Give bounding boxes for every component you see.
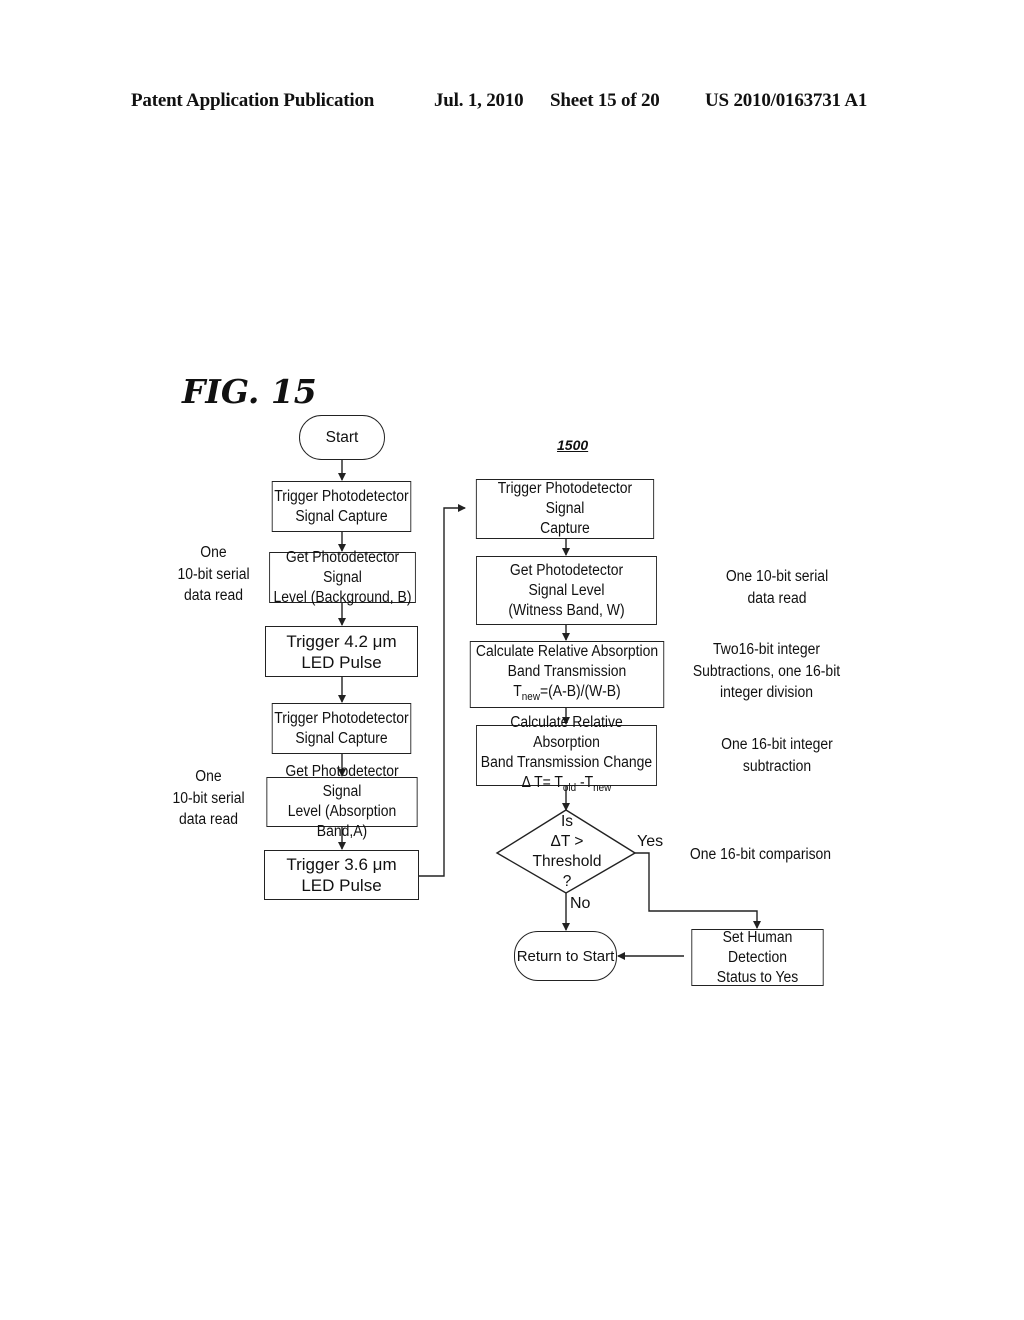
arrow-left-to-right-column <box>418 504 466 877</box>
step-calc-change: Calculate Relative Absorption Band Trans… <box>476 714 657 794</box>
formula-delta-t: Δ T= Told -Tnew <box>522 773 612 798</box>
step-text: Trigger 4.2 μm <box>286 631 397 651</box>
decision-line: ? <box>562 873 572 890</box>
step-text: Signal Level <box>528 581 605 599</box>
step-text: Calculate Relative Absorption <box>475 642 659 660</box>
note-text: One <box>195 768 222 785</box>
note-text: One <box>200 544 227 561</box>
formula-sub: new <box>521 691 540 704</box>
note-text: Subtractions, one 16-bit <box>692 662 841 680</box>
step-trigger-capture-2: Trigger Photodetector Signal Capture <box>271 703 412 754</box>
no-label: No <box>570 895 591 912</box>
step-text: Get Photodetector <box>509 561 624 579</box>
step-get-witness: Get Photodetector Signal Level (Witness … <box>476 556 657 625</box>
note-text: One 16-bit comparison <box>689 846 832 863</box>
step-text: Get Photodetector Signal <box>285 763 399 800</box>
step-text: Trigger 3.6 μm <box>286 855 397 874</box>
step-text: LED Pulse <box>301 876 382 895</box>
note-text: data read <box>184 587 243 604</box>
formula-sub-new: new <box>593 782 612 795</box>
step-text: (Witness Band, W) <box>508 601 625 619</box>
note-serial-read-2: One 10-bit serial data read <box>166 766 252 831</box>
note-text: data read <box>179 811 238 828</box>
step-text: Capture <box>540 520 590 537</box>
formula-rest: =(A-B)/(W-B) <box>539 682 621 700</box>
step-text: Trigger Photodetector <box>274 709 409 727</box>
note-text: integer division <box>719 684 814 701</box>
note-text: 10-bit serial <box>172 789 245 807</box>
start-terminal: Start <box>299 415 385 460</box>
note-change-ops: One 16-bit integer subtraction <box>710 734 845 777</box>
step-text: Trigger Photodetector <box>274 487 409 505</box>
note-text: data read <box>747 589 807 607</box>
decision-text: Is ΔT > Threshold ? <box>497 812 637 892</box>
step-set-human-detection: Set Human Detection Status to Yes <box>691 928 824 986</box>
step-get-absorption: Get Photodetector Signal Level (Absorpti… <box>266 763 418 840</box>
step-get-background: Get Photodetector Signal Level (Backgrou… <box>269 549 416 606</box>
step-text: Trigger Photodetector Signal <box>497 480 633 517</box>
step-text: LED Pulse <box>301 652 382 672</box>
step-text: Calculate Relative Absorption <box>510 713 623 751</box>
step-text: Signal Capture <box>295 729 388 747</box>
formula-sub-old: old <box>562 782 577 795</box>
note-comparison: One 16-bit comparison <box>686 844 835 866</box>
note-transmission-ops: Two16-bit integer Subtractions, one 16-b… <box>692 639 841 704</box>
decision-line: ΔT > <box>550 833 584 850</box>
formula-pre: Δ T= T <box>521 773 563 791</box>
step-calc-transmission: Calculate Relative Absorption Band Trans… <box>469 641 665 708</box>
step-text: Get Photodetector Signal <box>285 548 400 586</box>
step-text: Status to Yes <box>716 968 799 986</box>
note-text: One 10-bit serial <box>725 568 829 585</box>
step-text: Band Transmission Change <box>480 753 653 771</box>
formula-var: T <box>513 682 522 700</box>
note-text: Two16-bit integer <box>712 641 821 658</box>
decision-line: Threshold <box>532 853 602 870</box>
step-text: Level (Background, B) <box>273 588 412 606</box>
note-witness-read: One 10-bit serial data read <box>710 566 845 609</box>
step-text: Set Human Detection <box>722 928 793 966</box>
note-text: subtraction <box>742 757 812 775</box>
decision-line: Is <box>560 813 574 830</box>
step-text: Band Transmission <box>507 662 627 680</box>
note-text: One 16-bit integer <box>721 736 833 753</box>
step-text: Signal Capture <box>295 507 388 525</box>
step-trigger-capture-1: Trigger Photodetector Signal Capture <box>271 481 412 532</box>
formula-tnew: Tnew=(A-B)/(W-B) <box>513 682 620 707</box>
note-serial-read-1: One 10-bit serial data read <box>171 542 257 607</box>
formula-mid: -T <box>576 773 594 791</box>
step-trigger-42-led: Trigger 4.2 μm LED Pulse <box>265 626 418 677</box>
return-to-start-terminal: Return to Start <box>514 931 617 981</box>
yes-label: Yes <box>637 833 664 850</box>
step-text: Level (Absorption Band,A) <box>287 803 397 840</box>
step-trigger-36-led: Trigger 3.6 μm LED Pulse <box>264 850 419 900</box>
note-text: 10-bit serial <box>177 565 250 583</box>
step-trigger-capture-witness: Trigger Photodetector Signal Capture <box>475 479 655 539</box>
